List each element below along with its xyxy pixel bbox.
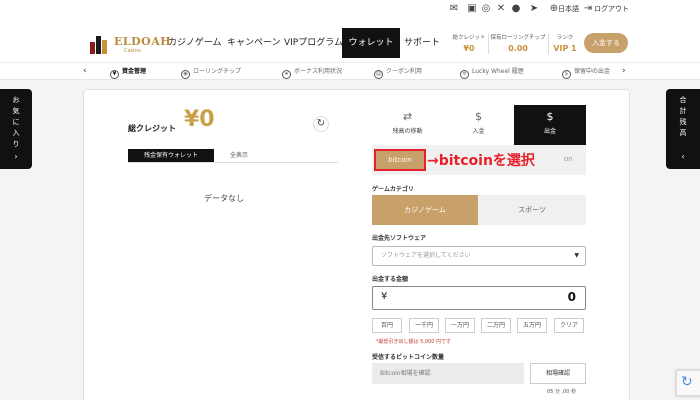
total-credit-amount: ¥0 xyxy=(184,107,215,132)
deposit-button[interactable]: 入金する xyxy=(584,33,628,53)
telegram-icon[interactable]: ➤ xyxy=(528,3,540,15)
x-icon[interactable]: ✕ xyxy=(495,3,507,15)
total-credit-summary: 総クレジット ¥0 xyxy=(452,35,486,53)
nav-campaign[interactable]: キャンペーン xyxy=(227,28,281,58)
line-icon[interactable]: ● xyxy=(510,3,522,15)
total-balance-side-tab[interactable]: 合計残高 ‹ xyxy=(666,89,700,169)
subnav-coupon[interactable]: ▤ クーポン利用 xyxy=(374,66,422,79)
select-bitcoin-annotation: →bitcoinを選択 xyxy=(427,153,535,169)
coupon-icon: ▤ xyxy=(374,70,383,79)
gift-icon[interactable]: ▣ xyxy=(466,3,478,15)
deposit-icon: $ xyxy=(475,110,482,123)
instagram-icon[interactable]: ◎ xyxy=(480,3,492,15)
subnav-fund-management[interactable]: ¥ 資金管理 xyxy=(110,66,146,79)
check-rate-button[interactable]: 相場確認 xyxy=(530,363,586,384)
logo-name: ELDOAH xyxy=(114,35,172,48)
tab-show-all[interactable]: 全表示 xyxy=(214,149,264,162)
recaptcha-icon: ↻ xyxy=(681,374,693,390)
wallet-card: 総クレジット ¥0 ↻ 残金保有ウォレット 全表示 データなし ⇄ 残高の移動 … xyxy=(83,89,630,400)
tab-balance-transfer[interactable]: ⇄ 残高の移動 xyxy=(372,105,443,145)
method-other-button[interactable]: on xyxy=(564,155,573,163)
quick-50000-button[interactable]: 五万円 xyxy=(517,318,547,333)
total-credit-value: ¥0 xyxy=(463,44,475,53)
rate-timer: 05 分 ,00 秒 xyxy=(547,389,577,395)
divider xyxy=(548,34,549,54)
subnav-rolling-chip[interactable]: ◉ ローリングチップ xyxy=(181,66,241,79)
method-bitcoin-button[interactable]: bitcoin xyxy=(374,149,426,171)
tab-owned-wallets[interactable]: 残金保有ウォレット xyxy=(128,149,214,162)
wallet-subnav: ‹ ¥ 資金管理 ◉ ローリングチップ ★ ボーナス利用状況 ▤ クーポン利用 ✲ Luc… xyxy=(0,62,700,80)
quick-20000-button[interactable]: 二万円 xyxy=(481,318,511,333)
total-balance-label: 合計残高 xyxy=(679,96,687,137)
rolling-chip-value: 0.00 xyxy=(508,44,528,53)
logout-icon: ⇥ xyxy=(583,3,593,14)
nav-casino-games[interactable]: カジノゲーム xyxy=(168,28,222,58)
chevron-left-icon: ‹ xyxy=(681,152,685,161)
logout-link[interactable]: ログアウト xyxy=(594,3,629,15)
game-category-label: ゲームカテゴリ xyxy=(372,186,414,193)
amount-value: 0 xyxy=(567,290,576,304)
currency-symbol: ¥ xyxy=(381,291,388,302)
withdraw-icon: $ xyxy=(546,110,554,123)
rank-summary: ランク VIP 1 xyxy=(553,35,577,53)
favorites-side-tab[interactable]: お気に入り › xyxy=(0,89,32,169)
chevron-right-icon: › xyxy=(14,152,18,161)
nav-wallet[interactable]: ウォレット xyxy=(342,28,400,58)
operation-tabs: ⇄ 残高の移動 $ 入金 $ 出金 xyxy=(372,105,586,145)
chevron-right-icon[interactable]: › xyxy=(622,66,626,76)
rank-value: VIP 1 xyxy=(553,44,577,53)
btc-quantity-label: 受信するビットコイン数量 xyxy=(372,354,445,361)
yen-icon: ¥ xyxy=(110,70,119,79)
dollar-icon: $ xyxy=(562,70,571,79)
chevron-left-icon[interactable]: ‹ xyxy=(83,66,87,76)
recaptcha-badge[interactable]: ↻ xyxy=(676,370,700,396)
divider xyxy=(488,34,489,54)
logo-sub: Casino xyxy=(124,48,141,54)
software-select[interactable]: ソフトウェアを選択してください ▼ xyxy=(372,246,586,266)
wallet-filter-tabs: 残金保有ウォレット 全表示 xyxy=(128,149,338,163)
quick-10000-button[interactable]: 一万円 xyxy=(445,318,475,333)
caret-down-icon: ▼ xyxy=(574,252,579,259)
wheel-icon: ✲ xyxy=(460,70,469,79)
no-data-message: データなし xyxy=(204,194,244,203)
minimum-withdrawal-note: *最低引き出し額は 5,000 円です xyxy=(376,339,451,345)
btc-quantity-input[interactable] xyxy=(372,363,524,384)
quick-1000-button[interactable]: 一千円 xyxy=(409,318,439,333)
nav-vip-program[interactable]: VIPプログラム xyxy=(284,28,343,58)
tab-withdraw[interactable]: $ 出金 xyxy=(514,105,586,145)
withdraw-amount-input[interactable]: ¥ 0 xyxy=(372,286,586,310)
software-placeholder: ソフトウェアを選択してください xyxy=(381,252,471,259)
category-casino-button[interactable]: カジノゲーム xyxy=(372,195,478,225)
transfer-icon: ⇄ xyxy=(402,110,413,123)
clear-button[interactable]: クリア xyxy=(554,318,584,333)
subnav-pending-withdrawal[interactable]: $ 保留中の出金 xyxy=(562,66,610,79)
language-selector[interactable]: 日本語 xyxy=(558,3,579,15)
amount-label: 出金する金額 xyxy=(372,276,409,283)
top-utility-bar: ✉ ▣ ◎ ✕ ● ➤ ⊕ 日本語 ⇥ ログアウト xyxy=(0,0,700,20)
logo-mark-icon xyxy=(90,36,112,54)
category-sports-button[interactable]: スポーツ xyxy=(478,195,586,225)
subnav-lucky-wheel[interactable]: ✲ Lucky Wheel 履歴 xyxy=(460,66,524,79)
site-logo[interactable]: ELDOAH Casino xyxy=(90,34,171,56)
refresh-icon[interactable]: ↻ xyxy=(313,116,329,132)
rolling-chip-summary: 保有ローリングチップ 0.00 xyxy=(490,35,546,53)
favorites-label: お気に入り xyxy=(12,96,20,148)
total-credit-label: 総クレジット xyxy=(128,124,176,133)
star-icon: ★ xyxy=(282,70,291,79)
message-icon[interactable]: ✉ xyxy=(448,3,460,15)
tab-deposit[interactable]: $ 入金 xyxy=(443,105,514,145)
quick-100-button[interactable]: 百円 xyxy=(372,318,402,333)
chip-icon: ◉ xyxy=(181,70,190,79)
software-label: 出金先ソフトウェア xyxy=(372,235,427,242)
subnav-bonus-status[interactable]: ★ ボーナス利用状況 xyxy=(282,66,342,79)
nav-support[interactable]: サポート xyxy=(404,28,440,58)
